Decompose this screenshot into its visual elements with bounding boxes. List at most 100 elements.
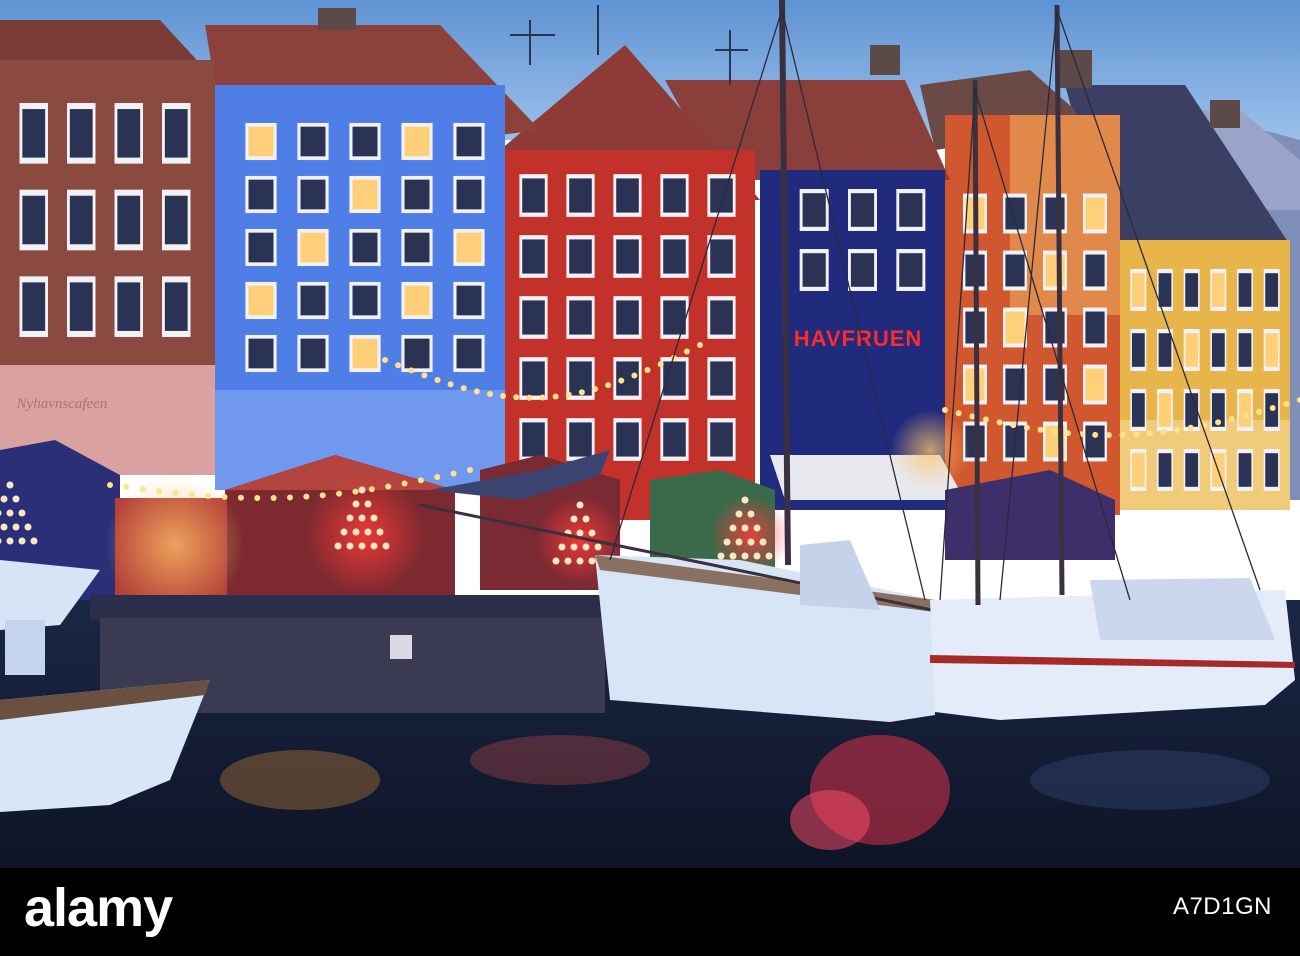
window-pane — [352, 285, 378, 316]
light-bulb — [156, 488, 163, 495]
window-pane — [352, 338, 378, 369]
window-pane — [1265, 333, 1279, 367]
light-bulb — [319, 492, 326, 499]
light-bulb — [969, 413, 976, 420]
window-pane — [1185, 393, 1199, 427]
window-pane — [300, 338, 326, 369]
candle-light — [582, 515, 590, 523]
light-bulb — [982, 416, 989, 423]
candle-light — [759, 538, 767, 546]
window-pane — [1131, 393, 1145, 427]
window-pane — [1005, 254, 1025, 287]
light-bulb — [487, 390, 493, 397]
window-pane — [899, 193, 923, 227]
light-bulb — [592, 385, 598, 392]
window-pane — [522, 361, 545, 396]
window-pane — [456, 126, 482, 157]
light-bulb — [565, 391, 572, 398]
candle-light — [6, 509, 14, 517]
window-pane — [352, 126, 378, 157]
window-pane — [710, 300, 733, 335]
window-pane — [663, 178, 686, 213]
alamy-logo: alamy — [24, 878, 174, 938]
window-pane — [248, 338, 274, 369]
window-pane — [1005, 197, 1025, 230]
light-bulb — [1187, 424, 1194, 431]
light-bulb — [434, 377, 441, 383]
havfruen-neon-sign: HAVFRUEN — [794, 326, 923, 351]
window-pane — [248, 179, 274, 210]
window-pane — [404, 285, 430, 316]
light-bulb — [657, 361, 664, 368]
candle-light — [570, 543, 578, 551]
window-pane — [248, 232, 274, 263]
light-bulb — [408, 367, 415, 374]
window-pane — [1211, 333, 1225, 367]
candle-light — [576, 529, 584, 537]
light-bulb — [188, 491, 195, 498]
candle-light — [582, 543, 590, 551]
window-pane — [404, 179, 430, 210]
light-bulb — [107, 482, 113, 488]
light-bulb — [385, 483, 392, 490]
window-pane — [1085, 425, 1105, 458]
light-bulb — [1105, 432, 1112, 439]
candle-light — [358, 486, 366, 494]
light-bulb — [1119, 432, 1126, 438]
light-bulb — [1242, 412, 1249, 419]
window-pane — [710, 361, 733, 396]
light-bulb — [1051, 428, 1058, 435]
light-bulb — [473, 388, 480, 395]
window-pane — [1265, 273, 1279, 307]
window-pane — [164, 282, 188, 331]
light-bulb — [618, 377, 625, 384]
window-pane — [616, 422, 639, 457]
window-pane — [850, 253, 875, 287]
candle-light — [747, 510, 755, 518]
light-bulb — [1037, 426, 1044, 433]
window-pane — [663, 239, 686, 274]
candle-light — [0, 495, 8, 503]
window-pane — [300, 126, 326, 157]
window-pane — [569, 178, 592, 213]
light-bulb — [123, 484, 130, 491]
window-pane — [663, 422, 686, 457]
candle-light — [741, 496, 749, 504]
window-pane — [404, 126, 430, 157]
candle-light — [370, 514, 378, 522]
light-bulb — [205, 493, 212, 500]
light-bulb — [1215, 419, 1222, 426]
window-pane — [802, 193, 826, 227]
window-pane — [117, 109, 141, 158]
window-pane — [300, 232, 326, 263]
candle-light — [564, 557, 572, 565]
window-pane — [1265, 453, 1279, 487]
window-pane — [569, 422, 592, 457]
alamy-logo-text: alamy — [24, 878, 173, 938]
candle-light — [18, 537, 26, 545]
candle-light — [358, 514, 366, 522]
candle-light — [376, 528, 384, 536]
candle-light — [352, 528, 360, 536]
light-bulb — [526, 394, 533, 401]
window-pane — [22, 109, 46, 158]
window-pane — [1211, 273, 1225, 307]
window-pane — [22, 195, 46, 245]
light-bulb — [287, 494, 293, 501]
light-bulb — [697, 342, 703, 348]
window-pane — [456, 338, 482, 369]
window-pane — [1085, 368, 1105, 401]
light-bulb — [1133, 431, 1140, 438]
light-bulb — [539, 394, 546, 401]
candle-light — [753, 552, 761, 560]
light-bulb — [303, 493, 310, 500]
light-bulb — [395, 362, 402, 369]
window-pane — [404, 338, 430, 369]
candle-light — [741, 524, 749, 532]
window-pane — [352, 179, 378, 210]
window-pane — [300, 285, 326, 316]
candle-light — [340, 528, 348, 536]
window-pane — [69, 109, 93, 158]
window-pane — [1185, 453, 1199, 487]
light-bulb — [352, 488, 359, 495]
